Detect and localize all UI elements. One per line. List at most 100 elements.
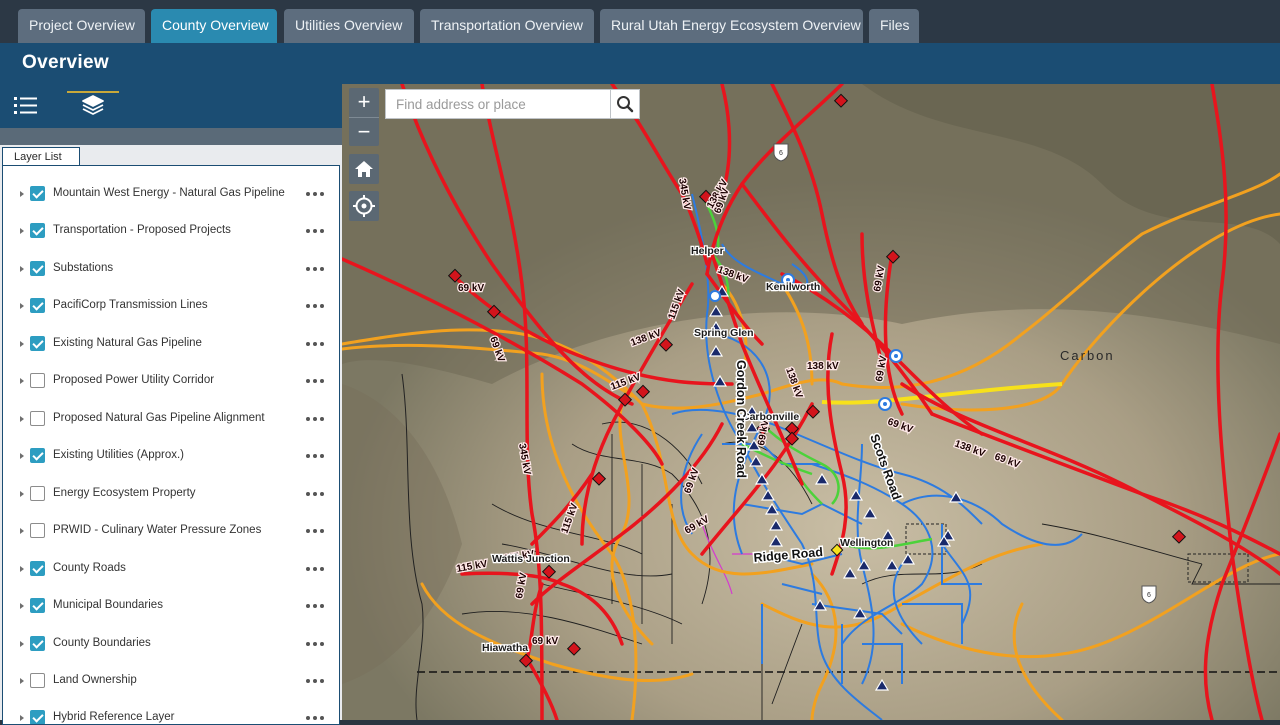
more-options-icon[interactable]: [306, 604, 326, 610]
locate-button[interactable]: [349, 191, 379, 221]
layer-checkbox[interactable]: [30, 636, 45, 651]
layer-checkbox[interactable]: [30, 261, 45, 276]
layer-label: Substations: [53, 262, 114, 274]
layer-row-prwid[interactable]: PRWID - Culinary Water Pressure Zones: [3, 513, 339, 550]
map-view[interactable]: 6 6 345 kV 138 kV 69 kV 138 kV 115 kV 69…: [342, 84, 1280, 720]
more-options-icon[interactable]: [306, 229, 326, 235]
layer-label: Existing Utilities (Approx.): [53, 449, 185, 461]
place-label-spring-glen: Spring Glen: [694, 327, 754, 339]
layer-checkbox[interactable]: [30, 373, 45, 388]
zoom-out-button[interactable]: −: [349, 117, 379, 147]
layer-checkbox[interactable]: [30, 223, 45, 238]
kv-label: 138 kV: [807, 361, 839, 372]
shield-number: 6: [779, 150, 783, 157]
layer-row-substations[interactable]: Substations: [3, 251, 339, 288]
expand-caret-icon[interactable]: [20, 566, 24, 572]
tab-project-overview[interactable]: Project Overview: [18, 9, 145, 43]
expand-caret-icon[interactable]: [20, 453, 24, 459]
expand-caret-icon[interactable]: [20, 603, 24, 609]
home-button[interactable]: [349, 154, 379, 184]
place-label-wellington: Wellington: [840, 537, 893, 549]
layer-list-tab[interactable]: Layer List: [2, 147, 80, 166]
panel-toolbar: [0, 84, 342, 128]
layer-label: Proposed Power Utility Corridor: [53, 374, 215, 386]
layer-row-mountain-west-gas[interactable]: Mountain West Energy - Natural Gas Pipel…: [3, 176, 339, 213]
expand-caret-icon[interactable]: [20, 378, 24, 384]
layer-row-transportation-proposed[interactable]: Transportation - Proposed Projects: [3, 213, 339, 250]
list-button[interactable]: [8, 91, 44, 121]
more-options-icon[interactable]: [306, 192, 326, 198]
place-label-hiawatha: Hiawatha: [482, 642, 528, 654]
layer-checkbox[interactable]: [30, 561, 45, 576]
layer-checkbox[interactable]: [30, 411, 45, 426]
layer-checkbox[interactable]: [30, 486, 45, 501]
more-options-icon[interactable]: [306, 529, 326, 535]
expand-caret-icon[interactable]: [20, 191, 24, 197]
map-canvas[interactable]: 6 6 345 kV 138 kV 69 kV 138 kV 115 kV 69…: [342, 84, 1280, 720]
search-button[interactable]: [610, 89, 640, 119]
more-options-icon[interactable]: [306, 567, 326, 573]
expand-caret-icon[interactable]: [20, 715, 24, 721]
more-options-icon[interactable]: [306, 492, 326, 498]
tab-files[interactable]: Files: [869, 9, 919, 43]
more-options-icon[interactable]: [306, 342, 326, 348]
more-options-icon[interactable]: [306, 304, 326, 310]
layer-row-energy-property[interactable]: Energy Ecosystem Property: [3, 476, 339, 513]
layer-row-land-ownership[interactable]: Land Ownership: [3, 663, 339, 700]
layer-list: Mountain West Energy - Natural Gas Pipel…: [2, 165, 340, 725]
layer-checkbox[interactable]: [30, 298, 45, 313]
layer-row-proposed-gas[interactable]: Proposed Natural Gas Pipeline Alignment: [3, 401, 339, 438]
tab-rural-utah-energy[interactable]: Rural Utah Energy Ecosystem Overview: [600, 9, 863, 43]
layer-label: Energy Ecosystem Property: [53, 487, 196, 499]
place-label-wattis-junction: Wattis Junction: [492, 553, 570, 565]
tab-county-overview[interactable]: County Overview: [151, 9, 277, 43]
zoom-in-button[interactable]: +: [349, 88, 379, 117]
layer-row-existing-utilities[interactable]: Existing Utilities (Approx.): [3, 438, 339, 475]
us-highway-shield: 6: [773, 143, 789, 162]
tab-transportation-overview[interactable]: Transportation Overview: [420, 9, 594, 43]
layer-row-county-roads[interactable]: County Roads: [3, 551, 339, 588]
expand-caret-icon[interactable]: [20, 416, 24, 422]
tab-utilities-overview[interactable]: Utilities Overview: [284, 9, 414, 43]
expand-caret-icon[interactable]: [20, 228, 24, 234]
layer-row-pacificorp[interactable]: PacifiCorp Transmission Lines: [3, 288, 339, 325]
layer-checkbox[interactable]: [30, 336, 45, 351]
more-options-icon[interactable]: [306, 679, 326, 685]
us-highway-shield: 6: [1141, 585, 1157, 604]
more-options-icon[interactable]: [306, 379, 326, 385]
page-header: Overview: [0, 43, 1280, 84]
more-options-icon[interactable]: [306, 642, 326, 648]
search-box: [385, 89, 611, 119]
more-options-icon[interactable]: [306, 454, 326, 460]
layer-label: Hybrid Reference Layer: [53, 711, 175, 723]
place-label-kenilworth: Kenilworth: [766, 281, 820, 293]
expand-caret-icon[interactable]: [20, 341, 24, 347]
layers-button[interactable]: [67, 91, 119, 121]
expand-caret-icon[interactable]: [20, 678, 24, 684]
expand-caret-icon[interactable]: [20, 528, 24, 534]
layer-row-municipal-boundaries[interactable]: Municipal Boundaries: [3, 588, 339, 625]
layer-label: Transportation - Proposed Projects: [53, 224, 231, 236]
layer-list-panel: Layer List Mountain West Energy - Natura…: [0, 145, 342, 725]
expand-caret-icon[interactable]: [20, 303, 24, 309]
expand-caret-icon[interactable]: [20, 266, 24, 272]
layer-checkbox[interactable]: [30, 598, 45, 613]
layer-checkbox[interactable]: [30, 523, 45, 538]
search-input[interactable]: [386, 90, 608, 118]
expand-caret-icon[interactable]: [20, 491, 24, 497]
kv-label: 69 kV: [458, 283, 484, 294]
more-options-icon[interactable]: [306, 716, 326, 722]
more-options-icon[interactable]: [306, 267, 326, 273]
zoom-control: + −: [349, 88, 379, 146]
layer-row-existing-gas[interactable]: Existing Natural Gas Pipeline: [3, 326, 339, 363]
layer-row-power-corridor[interactable]: Proposed Power Utility Corridor: [3, 363, 339, 400]
layer-row-hybrid-reference[interactable]: Hybrid Reference Layer: [3, 700, 339, 724]
layer-checkbox[interactable]: [30, 186, 45, 201]
layer-checkbox[interactable]: [30, 710, 45, 724]
layer-row-county-boundaries[interactable]: County Boundaries: [3, 626, 339, 663]
panel-separator: [0, 128, 342, 145]
layer-checkbox[interactable]: [30, 448, 45, 463]
expand-caret-icon[interactable]: [20, 641, 24, 647]
more-options-icon[interactable]: [306, 417, 326, 423]
layer-checkbox[interactable]: [30, 673, 45, 688]
